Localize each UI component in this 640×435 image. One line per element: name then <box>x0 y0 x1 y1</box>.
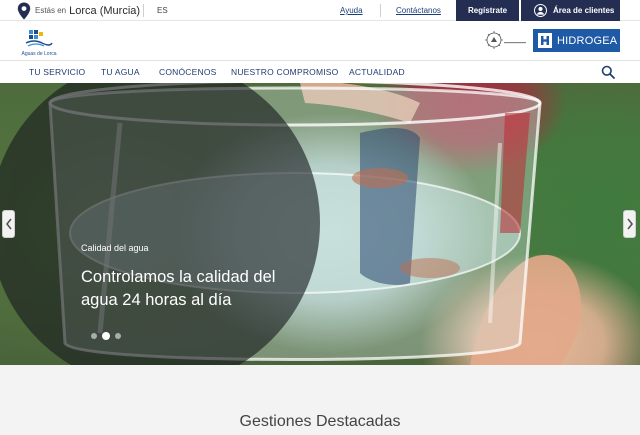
top-bar: Estás en Lorca (Murcia) ES Ayuda Contáct… <box>0 0 640 21</box>
divider <box>380 4 381 17</box>
slider-dot-3[interactable] <box>115 333 121 339</box>
location-pin-icon <box>17 1 31 19</box>
partner-logo <box>485 31 526 49</box>
hidrogea-mark-icon <box>538 33 552 48</box>
nav-item-tu-servicio[interactable]: TU SERVICIO <box>29 61 85 84</box>
slider-next-button[interactable] <box>623 210 636 238</box>
help-link[interactable]: Ayuda <box>340 0 363 21</box>
location-city: Lorca (Murcia) <box>69 4 141 17</box>
register-button[interactable]: Regístrate <box>456 0 519 21</box>
section-title: Gestiones Destacadas <box>239 413 401 430</box>
chevron-right-icon <box>626 218 633 230</box>
location-prefix: Estás en <box>35 6 67 15</box>
slider-prev-button[interactable] <box>2 210 15 238</box>
logo-text: Aguas de Lorca <box>21 51 57 57</box>
nav-item-tu-agua[interactable]: TU AGUA <box>101 61 140 84</box>
user-icon <box>534 4 547 17</box>
nav-item-conocenos[interactable]: CONÓCENOS <box>159 61 217 84</box>
hero-kicker: Calidad del agua <box>81 243 149 253</box>
client-area-button[interactable]: Área de clientes <box>521 0 620 21</box>
hidrogea-label: HIDROGEA <box>557 34 618 47</box>
logo-mark-icon <box>25 30 53 47</box>
location-selector[interactable]: Estás en Lorca (Murcia) <box>17 0 140 21</box>
nav-item-actualidad[interactable]: ACTUALIDAD <box>349 61 405 84</box>
site-header: Aguas de Lorca HIDROGEA <box>0 21 640 60</box>
contact-link[interactable]: Contáctanos <box>396 0 441 21</box>
aguas-de-lorca-logo[interactable]: Aguas de Lorca <box>16 27 62 57</box>
hero-slider[interactable]: Calidad del agua Controlamos la calidad … <box>0 83 640 365</box>
slider-dots <box>91 332 126 340</box>
hidrogea-logo[interactable]: HIDROGEA <box>533 29 620 52</box>
client-area-label: Área de clientes <box>553 6 615 15</box>
hero-image <box>0 83 581 365</box>
language-selector[interactable]: ES <box>157 0 168 21</box>
nav-item-nuestro-compromiso[interactable]: NUESTRO COMPROMISO <box>231 61 339 84</box>
search-icon[interactable] <box>601 65 615 79</box>
slider-dot-1[interactable] <box>91 333 97 339</box>
featured-section: Gestiones Destacadas <box>0 365 640 435</box>
main-nav: TU SERVICIO TU AGUA CONÓCENOS NUESTRO CO… <box>0 60 640 83</box>
hero-title: Controlamos la calidad del agua 24 horas… <box>81 268 276 309</box>
divider <box>143 4 144 17</box>
chevron-left-icon <box>5 218 12 230</box>
slider-dot-2[interactable] <box>102 332 110 340</box>
